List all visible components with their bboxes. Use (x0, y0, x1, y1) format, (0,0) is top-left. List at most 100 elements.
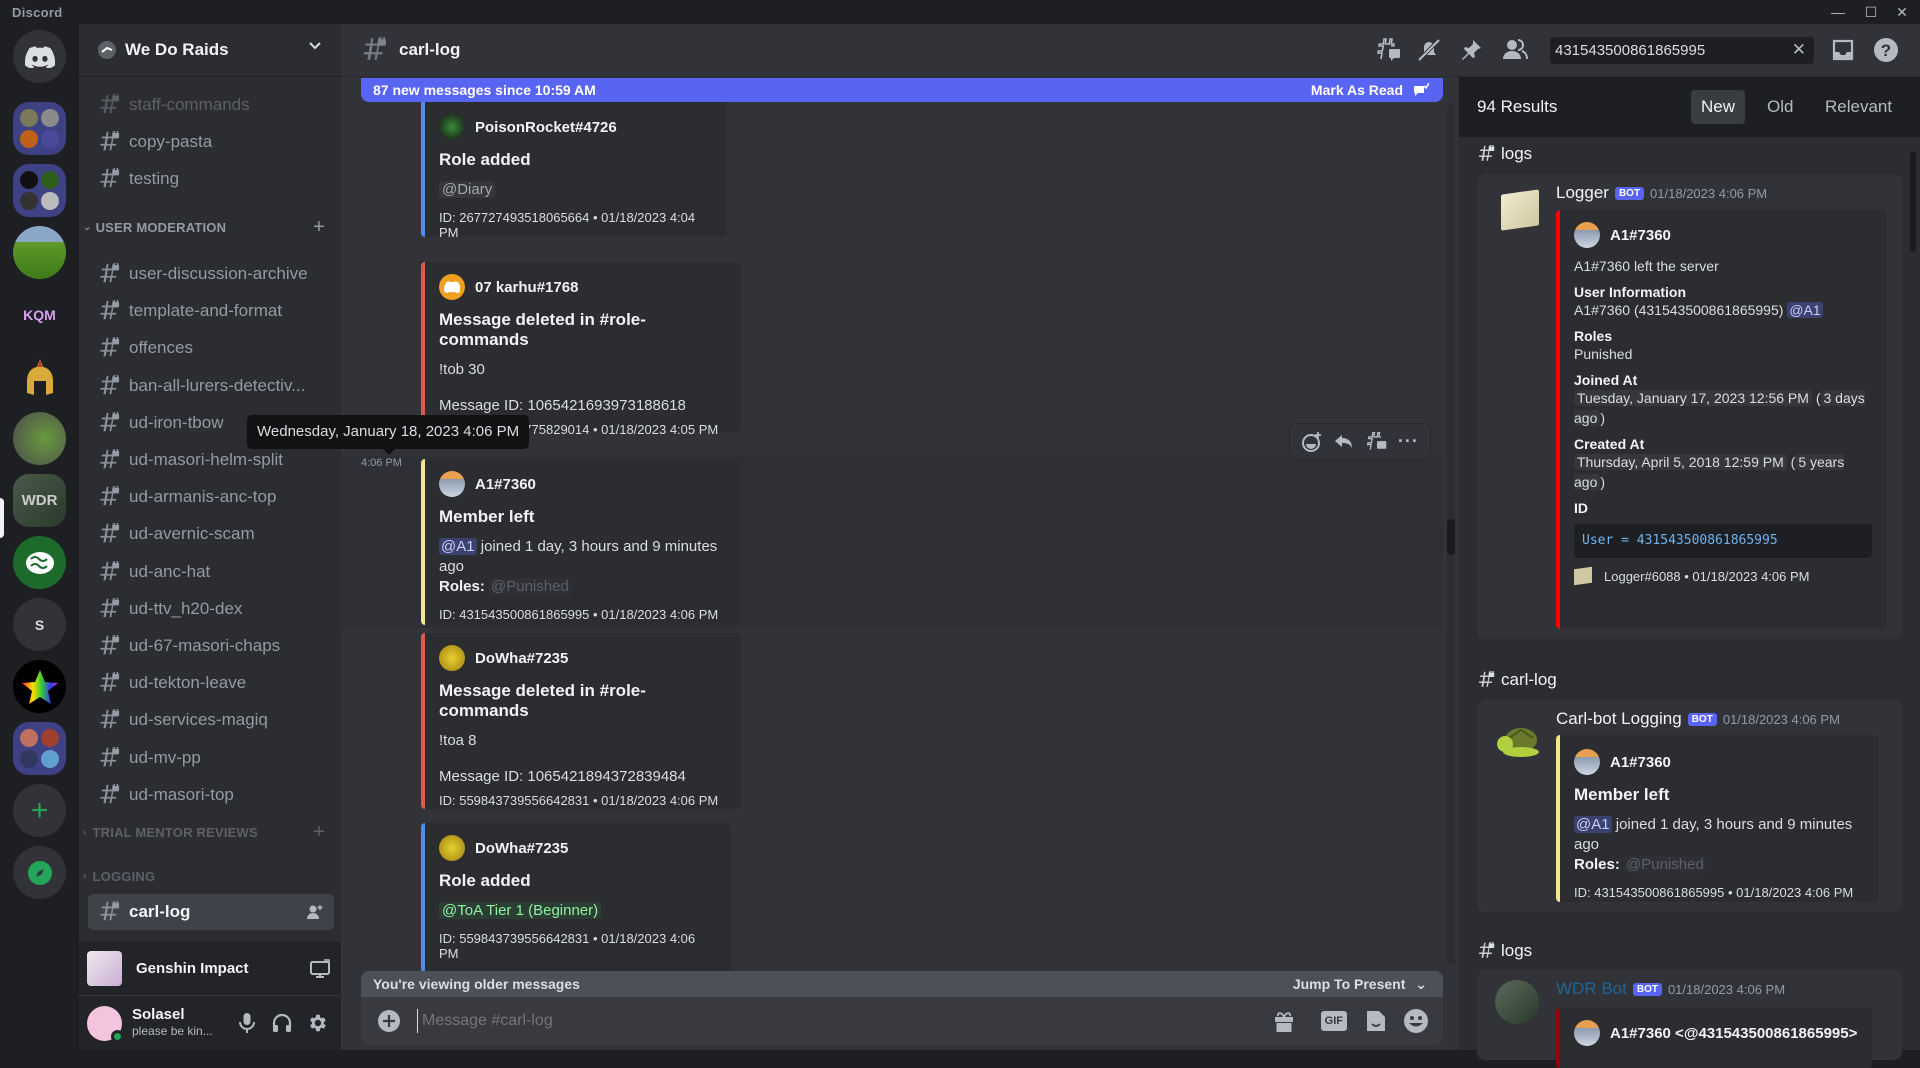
inbox-icon[interactable] (1831, 38, 1855, 62)
emoji-icon[interactable] (1403, 1008, 1429, 1034)
channel-offences[interactable]: offences (88, 330, 334, 366)
message-timestamp[interactable]: 4:06 PM (361, 457, 402, 469)
channel-ud-avernic-scam[interactable]: ud-avernic-scam (88, 516, 334, 552)
gif-button[interactable]: GIF (1320, 1011, 1347, 1031)
category-user-moderation[interactable]: ⌄ USER MODERATION + (83, 216, 333, 238)
category-trial-mentor-reviews[interactable]: › TRIAL MENTOR REVIEWS + (83, 821, 333, 843)
channel-ud-67-masori-chaps[interactable]: ud-67-masori-chaps (88, 628, 334, 664)
mark-as-read-button[interactable]: Mark As Read (1311, 78, 1429, 102)
screen-share-icon[interactable] (309, 958, 331, 980)
gift-icon[interactable] (1273, 1009, 1295, 1033)
role-mention[interactable]: @Punished (489, 578, 571, 595)
channel-template-and-format[interactable]: template-and-format (88, 293, 334, 329)
embed-author[interactable]: PoisonRocket#4726 (475, 119, 617, 136)
server-kqm[interactable]: KQM (13, 288, 66, 341)
create-channel-icon[interactable]: + (313, 216, 325, 239)
user-mention[interactable]: @A1 (439, 538, 477, 555)
sticker-icon[interactable] (1365, 1009, 1387, 1033)
embed-author[interactable]: A1#7360 (1610, 754, 1671, 771)
embed-author[interactable]: DoWha#7235 (475, 840, 568, 857)
explore-servers-button[interactable] (13, 846, 66, 899)
microphone-icon[interactable] (237, 1012, 257, 1034)
server-cornfield[interactable] (13, 226, 66, 279)
bot-name[interactable]: Logger (1556, 183, 1609, 202)
avatar[interactable] (87, 1005, 124, 1043)
clear-search-icon[interactable]: ✕ (1792, 40, 1806, 60)
more-options-icon[interactable]: ··· (1398, 431, 1419, 452)
pinned-messages-icon[interactable] (1458, 37, 1484, 63)
server-brain[interactable] (13, 536, 66, 589)
upload-plus-icon[interactable] (377, 1009, 401, 1033)
settings-gear-icon[interactable] (306, 1012, 328, 1034)
channel-ud-services-magiq[interactable]: ud-services-magiq (88, 702, 334, 738)
headphones-icon[interactable] (271, 1012, 293, 1034)
search-box[interactable]: ✕ (1550, 37, 1814, 64)
search-result-card[interactable]: Carl-bot Logging BOT 01/18/2023 4:06 PM A1… (1477, 700, 1902, 912)
timestamp-value[interactable]: Tuesday, January 17, 2023 12:56 PM (1574, 390, 1812, 406)
new-messages-bar[interactable]: 87 new messages since 10:59 AM Mark As R… (361, 78, 1443, 102)
server-folder-3[interactable] (13, 722, 66, 775)
minimize-button[interactable]: — (1824, 2, 1852, 22)
channel-ud-anc-hat[interactable]: ud-anc-hat (88, 554, 334, 590)
channel-ud-ttv-h20-dex[interactable]: ud-ttv_h20-dex (88, 591, 334, 627)
search-input[interactable] (1550, 37, 1775, 64)
bot-name[interactable]: Carl-bot Logging (1556, 709, 1682, 728)
notification-muted-icon[interactable] (1416, 37, 1442, 63)
message-scrollbar-thumb[interactable] (1447, 519, 1455, 555)
add-reaction-icon[interactable] (1301, 431, 1323, 453)
server-header[interactable]: We Do Raids (79, 24, 341, 77)
server-folder-2[interactable] (13, 164, 66, 217)
help-icon[interactable]: ? (1873, 37, 1899, 63)
message-scrollbar-track[interactable] (1447, 104, 1455, 964)
role-mention[interactable]: @Diary (439, 181, 496, 198)
result-channel-logs[interactable]: logs (1477, 941, 1532, 961)
channel-copy-pasta[interactable]: copy-pasta (88, 124, 334, 160)
close-window-button[interactable]: ✕ (1888, 2, 1916, 22)
channel-ud-armanis-anc-top[interactable]: ud-armanis-anc-top (88, 479, 334, 515)
search-result-card[interactable]: Logger BOT 01/18/2023 4:06 PM A1#7360 A1#7… (1477, 174, 1902, 639)
role-mention[interactable]: @ToA Tier 1 (Beginner) (439, 902, 602, 919)
create-thread-icon[interactable] (1366, 431, 1388, 453)
sort-tab-new[interactable]: New (1691, 90, 1746, 124)
server-s[interactable]: S (13, 598, 66, 651)
server-berries[interactable] (13, 412, 66, 465)
jump-to-present-button[interactable]: Jump To Present ⌄ (1293, 976, 1427, 993)
message-input[interactable] (417, 1009, 1217, 1033)
sort-tab-relevant[interactable]: Relevant (1815, 90, 1902, 124)
reply-icon[interactable] (1333, 431, 1355, 453)
server-rainbow-star[interactable] (13, 660, 66, 713)
create-channel-icon[interactable]: + (313, 821, 325, 844)
maximize-button[interactable]: ☐ (1857, 2, 1885, 22)
timestamp-value[interactable]: Thursday, April 5, 2018 12:59 PM (1574, 454, 1787, 470)
sort-tab-old[interactable]: Old (1757, 90, 1803, 124)
server-helmet[interactable] (13, 350, 66, 403)
result-channel-logs[interactable]: logs (1477, 144, 1532, 164)
embed-author[interactable]: 07 karhu#1768 (475, 279, 578, 296)
embed-author[interactable]: A1#7360 (1610, 227, 1671, 244)
search-scrollbar-thumb[interactable] (1910, 152, 1916, 252)
role-mention[interactable]: @Punished (1624, 856, 1706, 873)
channel-ban-all-lurers-detectiv[interactable]: ban-all-lurers-detectiv... (88, 368, 334, 404)
threads-icon[interactable] (1376, 37, 1402, 63)
add-server-button[interactable]: + (13, 784, 66, 837)
direct-messages-button[interactable] (13, 30, 66, 83)
category-logging[interactable]: › LOGGING (83, 869, 333, 884)
bot-name[interactable]: WDR Bot (1556, 979, 1627, 998)
member-list-icon[interactable] (1501, 37, 1529, 63)
channel-staff-commands[interactable]: staff-commands (88, 87, 334, 123)
channel-ud-mv-pp[interactable]: ud-mv-pp (88, 740, 334, 776)
result-channel-carl-log[interactable]: carl-log (1477, 670, 1557, 690)
channel-user-discussion-archive[interactable]: user-discussion-archive (88, 256, 334, 292)
embed-author[interactable]: DoWha#7235 (475, 650, 568, 667)
server-folder-1[interactable] (13, 102, 66, 155)
search-result-card[interactable]: WDR Bot BOT 01/18/2023 4:06 PM A1#7360 <@4… (1477, 970, 1902, 1068)
server-we-do-raids[interactable]: WDR (13, 474, 66, 527)
invite-user-icon[interactable] (306, 903, 324, 921)
user-mention[interactable]: @A1 (1574, 816, 1612, 833)
user-mention[interactable]: @A1 (1787, 302, 1823, 318)
channel-carl-log[interactable]: carl-log (88, 894, 334, 930)
channel-ud-tekton-leave[interactable]: ud-tekton-leave (88, 665, 334, 701)
embed-author[interactable]: A1#7360 <@431543500861865995> (1610, 1025, 1857, 1042)
embed-author[interactable]: A1#7360 (475, 476, 536, 493)
channel-testing[interactable]: testing (88, 161, 334, 197)
